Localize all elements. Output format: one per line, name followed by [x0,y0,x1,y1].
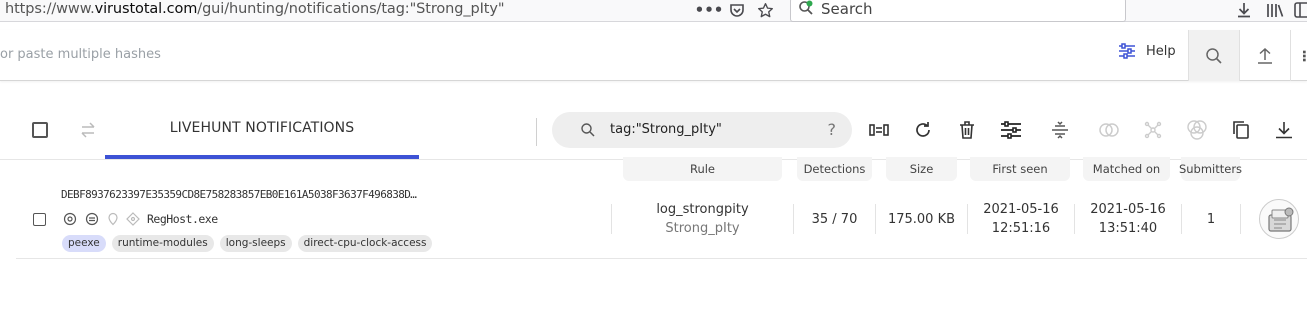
first-seen-date: 2021-05-16 [983,202,1059,217]
column-header-submitters[interactable]: Submitters [1178,157,1243,181]
sidebar-icon[interactable] [1294,0,1307,20]
tag-chip[interactable]: runtime-modules [111,235,214,252]
column-header-first-seen[interactable]: First seen [970,157,1070,181]
active-tab-indicator [105,155,419,159]
file-type-icon [1259,199,1299,239]
search-icon [1206,47,1222,64]
header-search-button[interactable] [1189,30,1239,81]
column-header-matched-on[interactable]: Matched on [1083,157,1170,181]
detections-cell: 35 / 70 [811,212,858,227]
filters-icon [1119,43,1135,59]
refresh-icon[interactable] [911,118,935,142]
query-input[interactable]: tag:"Strong_pIty" ? [552,112,852,148]
file-name: RegHost.exe [147,212,218,226]
row-checkbox[interactable] [33,213,46,226]
apps-button[interactable] [1291,30,1307,81]
tag-list: peexe runtime-modules long-sleeps direct… [62,235,433,252]
submitters-cell: 1 [1206,212,1216,227]
column-header-size[interactable]: Size [886,157,957,181]
column-header-detections[interactable]: Detections [797,157,872,181]
hash-search-placeholder: or paste multiple hashes [0,47,161,62]
network-icon [63,212,77,226]
behaviour-icon [85,212,99,226]
select-all-checkbox[interactable] [32,122,48,138]
graph-icon [1141,118,1165,142]
matched-on-cell: 2021-05-16 13:51:40 [1075,200,1181,238]
intersection-icon [1097,118,1121,142]
copy-icon[interactable] [1229,118,1253,142]
upload-icon [1258,47,1272,64]
browser-search-box[interactable]: Search [790,0,1126,22]
url-prefix: https://www. [5,1,95,17]
upload-button[interactable] [1240,30,1290,81]
first-seen-cell: 2021-05-16 12:51:16 [968,200,1074,238]
tag-chip[interactable]: peexe [62,235,106,252]
address-bar[interactable]: https://www.virustotal.com/gui/hunting/n… [5,1,505,17]
column-label: Matched on [1092,162,1161,176]
column-label: Submitters [1178,162,1243,176]
location-icon [108,212,118,226]
help-button[interactable]: Help [1118,43,1176,59]
search-icon [581,123,595,137]
signature-icon [126,212,140,226]
help-label: Help [1146,43,1176,59]
rule-cell: log_strongpity Strong_pIty [612,200,793,238]
query-text: tag:"Strong_pIty" [610,122,722,137]
column-label: First seen [992,162,1048,176]
column-label: Rule [689,162,716,176]
swap-icon[interactable] [76,118,100,142]
filter-settings-icon[interactable] [999,118,1023,142]
pocket-icon[interactable] [726,0,748,20]
page-actions-icon[interactable]: ••• [695,0,724,20]
notifications-toolbar: LIVEHUNT NOTIFICATIONS tag:"Strong_pIty"… [0,104,1307,160]
query-help-icon[interactable]: ? [828,120,837,139]
hash-search-input[interactable]: or paste multiple hashes [0,47,161,62]
compact-view-icon[interactable] [1048,118,1072,142]
rule-match-icon[interactable] [867,118,891,142]
matched-date: 2021-05-16 [1090,202,1166,217]
column-label: Detections [803,162,866,176]
bookmark-star-icon[interactable] [754,0,776,20]
download-icon[interactable] [1234,0,1254,20]
tag-chip[interactable]: direct-cpu-clock-access [297,235,433,252]
search-icon [799,0,813,15]
matched-time: 13:51:40 [1098,221,1158,236]
tab-livehunt-notifications[interactable]: LIVEHUNT NOTIFICATIONS [105,104,419,159]
size-cell: 175.00 KB [887,212,956,227]
browser-search-placeholder: Search [821,0,873,18]
url-domain: virustotal.com [94,1,198,17]
apps-grid-icon [1303,50,1306,61]
library-icon[interactable] [1264,0,1286,20]
url-path: /gui/hunting/notifications/tag:"Strong_p… [197,1,505,17]
rule-name[interactable]: log_strongpity [612,200,793,219]
file-hash-link[interactable]: DEBF8937623397E35359CD8E758283857EB0E161… [61,188,417,201]
delete-icon[interactable] [955,118,979,142]
tag-chip[interactable]: long-sleeps [219,235,292,252]
ruleset-name: Strong_pIty [665,221,740,236]
column-header-rule[interactable]: Rule [623,157,782,181]
toolbar-divider [536,118,537,146]
browser-toolbar: https://www.virustotal.com/gui/hunting/n… [0,0,1307,22]
tab-label: LIVEHUNT NOTIFICATIONS [169,120,355,136]
column-label: Size [909,162,934,176]
export-icon[interactable] [1272,118,1296,142]
vt-header: or paste multiple hashes Help [0,30,1307,81]
venn-icon [1185,118,1209,142]
first-seen-time: 12:51:16 [991,221,1051,236]
cell-divider [1240,204,1241,234]
